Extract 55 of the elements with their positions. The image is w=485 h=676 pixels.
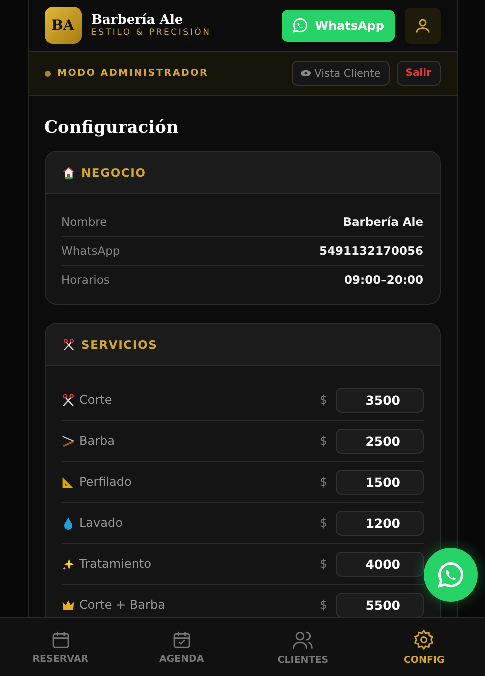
house-icon: [62, 166, 74, 178]
whatsapp-icon: [292, 17, 310, 34]
currency-symbol: $: [320, 557, 328, 571]
price-input[interactable]: 4000: [336, 552, 424, 576]
business-name: Barbería Ale: [92, 13, 184, 28]
service-name: Corte + Barba: [80, 598, 166, 612]
currency-symbol: $: [320, 393, 328, 407]
whatsapp-button[interactable]: [424, 548, 478, 602]
price-input[interactable]: 1200: [336, 510, 424, 536]
calendar-icon: [50, 630, 71, 650]
eye-icon: [300, 70, 311, 77]
price-input[interactable]: 2500: [336, 428, 424, 454]
service-name: Barba: [80, 434, 116, 448]
price-input[interactable]: 3500: [336, 388, 424, 412]
triangle-ruler-icon: [62, 476, 74, 488]
admin-mode-label: MODO ADMINISTRADOR: [58, 68, 210, 79]
currency-symbol: $: [320, 434, 328, 448]
scissors-icon: [62, 338, 74, 350]
currency-symbol: $: [320, 598, 328, 612]
price-input[interactable]: 1500: [336, 470, 424, 494]
sparkles-icon: [62, 558, 74, 570]
nav-tab[interactable]: CLIENTES: [258, 628, 348, 666]
field-value: 5491132170056: [319, 244, 424, 258]
currency-symbol: $: [320, 516, 328, 530]
settings-icon: [413, 628, 436, 650]
calendar-check-icon: [172, 630, 192, 650]
nav-tab[interactable]: AGENDA: [136, 628, 227, 666]
currency-symbol: $: [320, 475, 328, 489]
crown-icon: [62, 598, 74, 612]
service-name: Tratamiento: [80, 557, 152, 571]
tagline: ESTILO & PRECISIÓN: [92, 28, 212, 38]
field-value: 09:00–20:00: [344, 273, 424, 287]
field-label: WhatsApp: [62, 244, 120, 258]
whatsapp-icon: [436, 560, 466, 590]
razor-icon: [62, 434, 74, 448]
client-view-button[interactable]: Vista Cliente: [292, 61, 390, 86]
service-name: Lavado: [80, 516, 124, 530]
price-input[interactable]: 5500: [336, 592, 424, 617]
status-dot-icon: [44, 70, 50, 76]
nav-tab[interactable]: RESERVAR: [16, 628, 106, 666]
field-label: Horarios: [62, 273, 110, 287]
field-value: Barbería Ale: [343, 215, 424, 229]
scissors-icon: [62, 394, 74, 406]
section-title: NEGOCIO: [82, 166, 146, 180]
user-icon: [414, 16, 432, 34]
nav-tab[interactable]: CONFIG: [379, 628, 470, 666]
water-drop-icon: [62, 516, 74, 530]
logout-button[interactable]: Salir: [396, 61, 440, 86]
service-name: Perfilado: [80, 475, 133, 489]
field-label: Nombre: [62, 215, 108, 229]
section-title: SERVICIOS: [82, 338, 158, 352]
page-title: Configuración: [44, 118, 180, 138]
user-button[interactable]: [404, 8, 440, 44]
service-name: Corte: [80, 393, 114, 407]
logo-badge: BA: [44, 7, 82, 44]
